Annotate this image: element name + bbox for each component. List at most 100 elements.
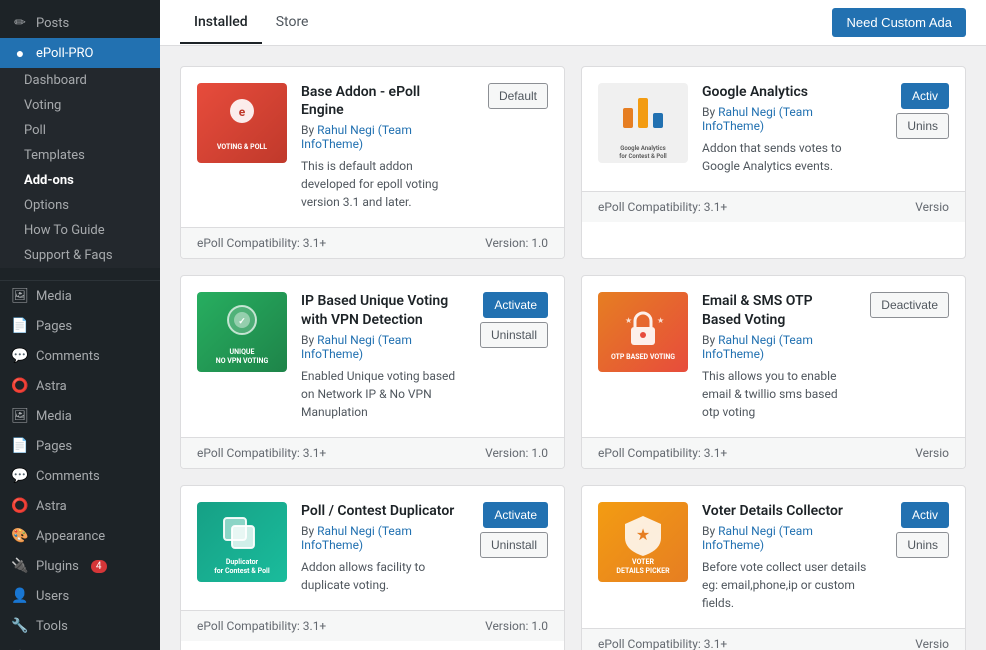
- thumb-svg: Google Analyticsfor Contest & Poll: [598, 83, 688, 163]
- addon-card-top: Duplicatorfor Contest & Poll Poll / Cont…: [181, 486, 564, 610]
- sidebar-item-comments[interactable]: 💬 Comments: [0, 341, 160, 371]
- sidebar-item-label: Pages: [36, 319, 72, 334]
- btn-activate-ip[interactable]: Activate: [483, 292, 548, 318]
- addon-info: Base Addon - ePoll Engine By Rahul Negi …: [301, 83, 466, 211]
- tab-store[interactable]: Store: [262, 2, 323, 44]
- sidebar-item-dashboard[interactable]: Dashboard: [0, 68, 160, 93]
- btn-default-base[interactable]: Default: [488, 83, 548, 109]
- addon-desc: Addon that sends votes to Google Analyti…: [702, 139, 874, 175]
- addon-author-link[interactable]: Rahul Negi (Team InfoTheme): [301, 524, 412, 552]
- addon-info: Email & SMS OTP Based Voting By Rahul Ne…: [702, 292, 848, 420]
- addon-title: Email & SMS OTP Based Voting: [702, 292, 848, 328]
- addon-author: By Rahul Negi (Team InfoTheme): [301, 123, 466, 151]
- btn-active-voter[interactable]: Activ: [901, 502, 949, 528]
- sidebar-item-users[interactable]: 👤 Users: [0, 581, 160, 611]
- addon-thumb-ip: ✓ UNIQUENO VPN VOTING: [197, 292, 287, 372]
- plugins-badge: 4: [91, 560, 107, 573]
- comments2-icon: 💬: [12, 468, 28, 484]
- sidebar-item-plugins[interactable]: 🔌 Plugins 4: [0, 551, 160, 581]
- btn-active-ga[interactable]: Activ: [901, 83, 949, 109]
- sidebar-item-voting[interactable]: Voting: [0, 93, 160, 118]
- sidebar-item-pages2[interactable]: 📄 Pages: [0, 431, 160, 461]
- addon-author-link[interactable]: Rahul Negi (Team InfoTheme): [702, 333, 813, 361]
- btn-uninstall-dup[interactable]: Uninstall: [480, 532, 548, 558]
- addon-card-top: ✓ UNIQUENO VPN VOTING IP Based Unique Vo…: [181, 276, 564, 436]
- addon-card-dup: Duplicatorfor Contest & Poll Poll / Cont…: [180, 485, 565, 650]
- addon-card-base: e VOTING & POLL Base Addon - ePoll Engin…: [180, 66, 565, 259]
- label: Poll: [24, 123, 46, 138]
- addon-author-link[interactable]: Rahul Negi (Team InfoTheme): [301, 333, 412, 361]
- btn-activate-dup[interactable]: Activate: [483, 502, 548, 528]
- dup-icon: [212, 508, 272, 558]
- sidebar-item-settings[interactable]: ⚙ Settings: [0, 641, 160, 650]
- sidebar-item-epoll[interactable]: ● ePoll-PRO: [0, 38, 160, 68]
- sidebar-item-pages[interactable]: 📄 Pages: [0, 311, 160, 341]
- sidebar-item-label: Comments: [36, 349, 100, 364]
- epoll-submenu: Dashboard Voting Poll Templates Add-ons …: [0, 68, 160, 268]
- sidebar-item-astra[interactable]: ⭕ Astra: [0, 371, 160, 401]
- addon-card-voter: ★ VOTERDETAILS PICKER Voter Details Coll…: [581, 485, 966, 650]
- sidebar-item-support[interactable]: Support & Faqs: [0, 243, 160, 268]
- sidebar-item-label: Astra: [36, 499, 67, 514]
- sidebar-item-appearance[interactable]: 🎨 Appearance: [0, 521, 160, 551]
- label: Voting: [24, 98, 61, 113]
- btn-uninst-voter[interactable]: Unins: [896, 532, 949, 558]
- sidebar-item-comments2[interactable]: 💬 Comments: [0, 461, 160, 491]
- users-icon: 👤: [12, 588, 28, 604]
- addon-desc: Before vote collect user details eg: ema…: [702, 558, 874, 612]
- addon-version: Versio: [915, 637, 949, 650]
- media2-icon: 🖼: [12, 408, 28, 424]
- need-custom-button[interactable]: Need Custom Ada: [832, 8, 966, 37]
- sidebar-item-media2[interactable]: 🖼 Media: [0, 401, 160, 431]
- addon-thumb-dup: Duplicatorfor Contest & Poll: [197, 502, 287, 582]
- thumb-svg: ★ VOTERDETAILS PICKER: [598, 502, 688, 582]
- addon-desc: This is default addon developed for epol…: [301, 157, 466, 211]
- tab-label: Store: [276, 14, 309, 30]
- addon-author-link[interactable]: Rahul Negi (Team InfoTheme): [702, 105, 813, 133]
- tools-icon: 🔧: [12, 618, 28, 634]
- addon-author: By Rahul Negi (Team InfoTheme): [702, 333, 848, 361]
- plugins-icon: 🔌: [12, 558, 28, 574]
- addon-actions: Activ Unins: [896, 83, 949, 139]
- btn-deactivate-otp[interactable]: Deactivate: [870, 292, 949, 318]
- posts-icon: ✏: [12, 15, 28, 31]
- addon-footer: ePoll Compatibility: 3.1+ Versio: [582, 437, 965, 468]
- sidebar-item-how-to-guide[interactable]: How To Guide: [0, 218, 160, 243]
- sidebar-item-label: Astra: [36, 379, 67, 394]
- ip-label: UNIQUENO VPN VOTING: [216, 348, 269, 366]
- addon-footer: ePoll Compatibility: 3.1+ Versio: [582, 191, 965, 222]
- thumb-svg: ★ ★ OTP BASED VOTING: [598, 292, 688, 372]
- sidebar-item-media[interactable]: 🖼 Media: [0, 281, 160, 311]
- addon-thumb-base: e VOTING & POLL: [197, 83, 287, 163]
- addon-title: Voter Details Collector: [702, 502, 874, 520]
- addon-card-top: Google Analyticsfor Contest & Poll Googl…: [582, 67, 965, 191]
- tab-label: Installed: [194, 14, 248, 30]
- label: Support & Faqs: [24, 248, 113, 263]
- thumb-label: VOTING & POLL: [217, 143, 267, 152]
- btn-uninstall-ip[interactable]: Uninstall: [480, 322, 548, 348]
- sidebar-item-posts[interactable]: ✏ Posts: [0, 8, 160, 38]
- sidebar-item-tools[interactable]: 🔧 Tools: [0, 611, 160, 641]
- addon-author-link[interactable]: Rahul Negi (Team InfoTheme): [301, 123, 412, 151]
- epoll-icon: ●: [12, 45, 28, 61]
- addon-compat: ePoll Compatibility: 3.1+: [197, 236, 326, 250]
- appearance-icon: 🎨: [12, 528, 28, 544]
- sidebar-item-astra2[interactable]: ⭕ Astra: [0, 491, 160, 521]
- addons-content: e VOTING & POLL Base Addon - ePoll Engin…: [160, 46, 986, 650]
- sidebar-item-options[interactable]: Options: [0, 193, 160, 218]
- thumb-svg: ✓ UNIQUENO VPN VOTING: [197, 292, 287, 372]
- addon-author-link[interactable]: Rahul Negi (Team InfoTheme): [702, 524, 813, 552]
- ga-icon: [608, 83, 678, 143]
- svg-text:✓: ✓: [238, 317, 246, 327]
- addon-compat: ePoll Compatibility: 3.1+: [598, 446, 727, 460]
- sidebar-item-templates[interactable]: Templates: [0, 143, 160, 168]
- tab-installed[interactable]: Installed: [180, 2, 262, 44]
- addon-card-ip: ✓ UNIQUENO VPN VOTING IP Based Unique Vo…: [180, 275, 565, 468]
- btn-uninst-ga[interactable]: Unins: [896, 113, 949, 139]
- addon-author: By Rahul Negi (Team InfoTheme): [702, 524, 874, 552]
- sidebar-item-label: Posts: [36, 16, 69, 31]
- addon-thumb-ga: Google Analyticsfor Contest & Poll: [598, 83, 688, 163]
- addon-thumb-otp: ★ ★ OTP BASED VOTING: [598, 292, 688, 372]
- sidebar-item-poll[interactable]: Poll: [0, 118, 160, 143]
- sidebar-item-addons[interactable]: Add-ons: [0, 168, 160, 193]
